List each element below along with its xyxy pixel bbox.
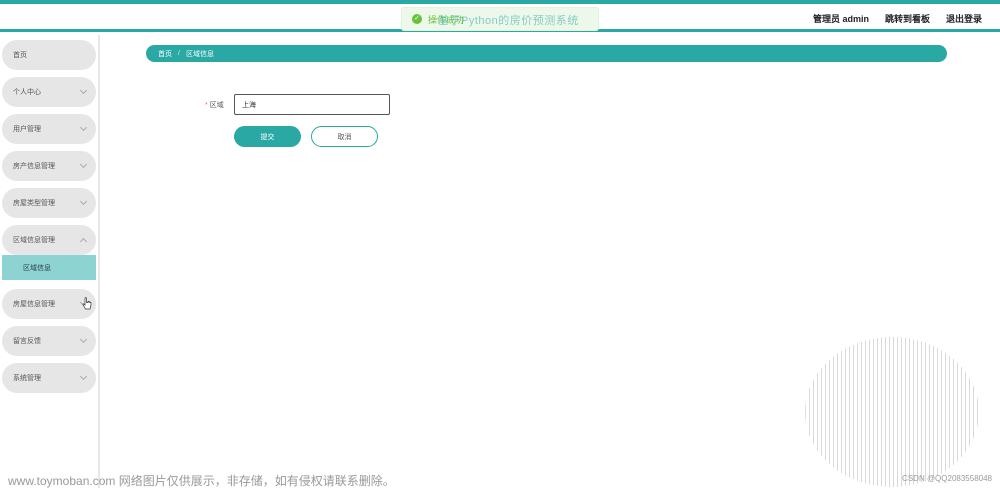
chevron-down-icon <box>79 197 88 206</box>
csdn-watermark: CSDN @QQ2083558048 <box>902 474 992 483</box>
sidebar-item-label: 个人中心 <box>13 89 41 96</box>
sidebar-item-house-type[interactable]: 房屋类型管理 <box>2 188 96 218</box>
sidebar-item-feedback[interactable]: 留言反馈 <box>2 326 96 356</box>
chevron-up-icon <box>79 237 88 246</box>
top-bar: ✓ 操作成功 基于Python的房价预测系统 管理员 admin 跳转到看板 退… <box>0 0 1000 32</box>
sidebar-item-region[interactable]: 区域信息管理 <box>2 225 96 255</box>
chevron-down-icon <box>79 372 88 381</box>
required-mark: * <box>205 102 208 109</box>
sidebar-item-label: 房屋信息管理 <box>13 301 55 308</box>
sidebar-item-label: 用户管理 <box>13 126 41 133</box>
breadcrumb-separator: / <box>178 50 180 57</box>
chevron-down-icon <box>79 160 88 169</box>
sidebar-subitem-label: 区域信息 <box>23 264 51 272</box>
header-actions: 管理员 admin 跳转到看板 退出登录 <box>813 12 982 25</box>
sidebar-item-label: 系统管理 <box>13 375 41 382</box>
app-title: 基于Python的房价预测系统 <box>438 15 579 27</box>
sidebar-item-property-info[interactable]: 房产信息管理 <box>2 151 96 181</box>
region-input[interactable] <box>234 94 390 115</box>
chevron-down-icon <box>79 86 88 95</box>
sidebar-subitem-region-info[interactable]: 区域信息 <box>2 255 96 280</box>
logout-link[interactable]: 退出登录 <box>946 12 982 25</box>
breadcrumb: 首页 / 区域信息 <box>146 45 947 62</box>
check-circle-icon: ✓ <box>412 14 422 24</box>
sidebar-item-home[interactable]: 首页 <box>2 40 96 70</box>
region-label: * 区域 <box>205 100 224 110</box>
submit-button[interactable]: 提交 <box>234 126 301 147</box>
chevron-down-icon <box>79 123 88 132</box>
user-label: 管理员 admin <box>812 14 869 24</box>
board-link[interactable]: 跳转到看板 <box>885 12 930 25</box>
site-watermark: www.toymoban.com 网络图片仅供展示，非存储，如有侵权请联系删除。 <box>8 474 395 488</box>
sidebar-item-profile[interactable]: 个人中心 <box>2 77 96 107</box>
sidebar-item-label: 首页 <box>13 52 27 59</box>
breadcrumb-current: 区域信息 <box>185 50 214 58</box>
sidebar-item-users[interactable]: 用户管理 <box>2 114 96 144</box>
sidebar-item-system[interactable]: 系统管理 <box>2 363 96 393</box>
cancel-button[interactable]: 取消 <box>311 126 378 147</box>
hand-cursor-icon <box>82 297 92 310</box>
sidebar-item-label: 房屋类型管理 <box>13 200 55 207</box>
sidebar: 首页 个人中心 用户管理 房产信息管理 房屋类型管理 区域信息管理 区域信息 房… <box>0 35 100 488</box>
chevron-down-icon <box>79 335 88 344</box>
decorative-striped-circle <box>805 337 979 487</box>
sidebar-item-label: 留言反馈 <box>13 338 41 345</box>
sidebar-item-label: 区域信息管理 <box>13 237 55 244</box>
sidebar-item-label: 房产信息管理 <box>13 163 55 170</box>
region-label-text: 区域 <box>209 102 224 109</box>
breadcrumb-home[interactable]: 首页 <box>158 49 172 59</box>
